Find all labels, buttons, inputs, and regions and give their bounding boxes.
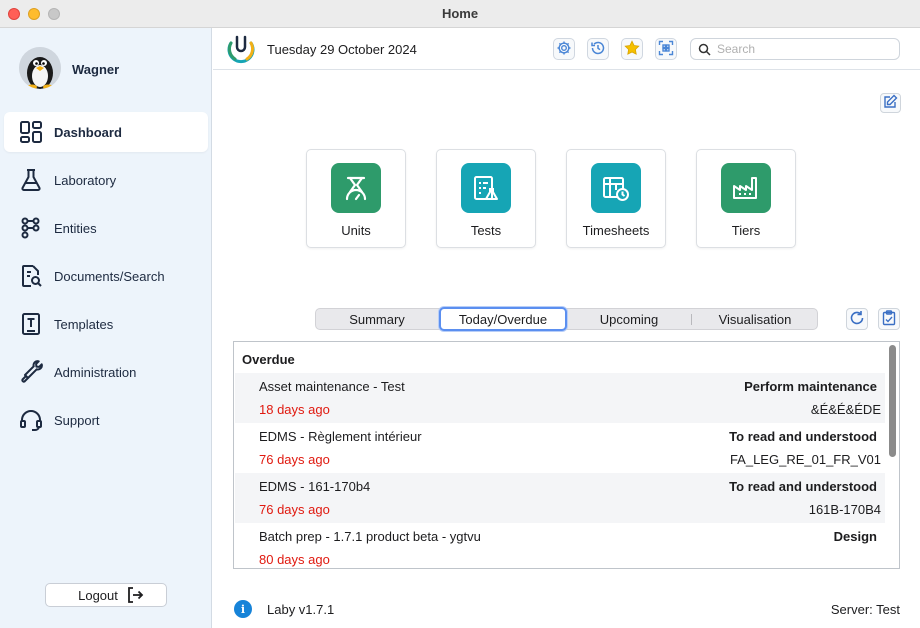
sidebar-item-label: Laboratory bbox=[54, 172, 117, 188]
sidebar-item-templates[interactable]: Templates bbox=[4, 304, 208, 344]
sidebar-item-entities[interactable]: Entities bbox=[4, 208, 208, 248]
current-date: Tuesday 29 October 2024 bbox=[267, 42, 417, 57]
task-reference: 161B-170B4 bbox=[808, 502, 881, 517]
title-bar: Home bbox=[0, 0, 920, 28]
dashboard-icon bbox=[16, 117, 46, 147]
task-title: Batch prep - 1.7.1 product beta - ygtvu bbox=[259, 529, 481, 544]
avatar[interactable] bbox=[19, 47, 61, 89]
task-title: Asset maintenance - Test bbox=[259, 379, 405, 394]
tab-today-overdue[interactable]: Today/Overdue bbox=[439, 307, 567, 331]
view-tabs: Summary Today/Overdue Upcoming Visualisa… bbox=[315, 307, 818, 331]
penguin-avatar-icon bbox=[19, 47, 61, 89]
sidebar-item-label: Documents/Search bbox=[54, 268, 165, 284]
timesheet-icon bbox=[591, 163, 641, 213]
tile-label: Units bbox=[341, 223, 371, 238]
sidebar-item-label: Entities bbox=[54, 220, 97, 236]
server-label: Server: Test bbox=[830, 602, 900, 617]
document-search-icon bbox=[16, 261, 46, 291]
list-item[interactable]: Batch prep - 1.7.1 product beta - ygtvu … bbox=[235, 523, 885, 568]
flask-icon bbox=[16, 165, 46, 195]
export-button[interactable] bbox=[878, 308, 900, 330]
sidebar-item-laboratory[interactable]: Laboratory bbox=[4, 160, 208, 200]
scale-icon bbox=[331, 163, 381, 213]
entities-icon bbox=[16, 213, 46, 243]
task-due: 76 days ago bbox=[259, 502, 330, 517]
tab-upcoming[interactable]: Upcoming bbox=[568, 309, 690, 329]
task-action: To read and understood bbox=[729, 479, 877, 494]
star-icon bbox=[624, 39, 640, 59]
tile-label: Tiers bbox=[731, 223, 761, 238]
task-list: Overdue Asset maintenance - Test 18 days… bbox=[233, 341, 900, 569]
scan-button[interactable] bbox=[655, 38, 677, 60]
sidebar-item-label: Support bbox=[54, 412, 100, 428]
sidebar-item-administration[interactable]: Administration bbox=[4, 352, 208, 392]
tile-timesheets[interactable]: Timesheets bbox=[566, 149, 666, 248]
info-button[interactable]: i bbox=[234, 600, 252, 618]
task-due: 80 days ago bbox=[259, 552, 330, 567]
tile-label: Tests bbox=[470, 223, 502, 238]
list-scrollbar[interactable] bbox=[889, 345, 896, 457]
gear-icon bbox=[556, 40, 572, 59]
favorites-button[interactable] bbox=[621, 38, 643, 60]
logout-icon bbox=[126, 586, 144, 607]
tab-summary[interactable]: Summary bbox=[316, 309, 438, 329]
task-due: 18 days ago bbox=[259, 402, 330, 417]
factory-icon bbox=[721, 163, 771, 213]
user-name: Wagner bbox=[72, 62, 120, 77]
sidebar-item-dashboard[interactable]: Dashboard bbox=[4, 112, 208, 152]
task-action: To read and understood bbox=[729, 429, 877, 444]
refresh-button[interactable] bbox=[846, 308, 868, 330]
task-title: EDMS - 161-170b4 bbox=[259, 479, 371, 494]
test-clipboard-icon bbox=[461, 163, 511, 213]
task-reference: FA_LEG_RE_01_FR_V01 bbox=[729, 452, 881, 467]
task-action: Perform maintenance bbox=[744, 379, 877, 394]
history-button[interactable] bbox=[587, 38, 609, 60]
tile-tests[interactable]: Tests bbox=[436, 149, 536, 248]
history-icon bbox=[590, 40, 606, 59]
search-box[interactable] bbox=[690, 38, 900, 60]
logout-label: Logout bbox=[78, 587, 118, 603]
app-logo-icon bbox=[225, 33, 257, 68]
refresh-icon bbox=[849, 310, 865, 329]
task-title: EDMS - Règlement intérieur bbox=[259, 429, 422, 444]
edit-icon bbox=[883, 94, 898, 112]
sidebar: Wagner Dashboard Laboratory Entities Doc… bbox=[0, 28, 212, 628]
tile-label: Timesheets bbox=[582, 223, 650, 238]
list-item[interactable]: EDMS - Règlement intérieur 76 days ago T… bbox=[235, 423, 885, 473]
edit-dashboard-button[interactable] bbox=[880, 93, 901, 113]
sidebar-item-label: Dashboard bbox=[54, 124, 122, 140]
logout-button[interactable]: Logout bbox=[45, 583, 167, 607]
search-icon bbox=[698, 43, 711, 56]
list-item[interactable]: Asset maintenance - Test 18 days ago Per… bbox=[235, 373, 885, 423]
tile-units[interactable]: Units bbox=[306, 149, 406, 248]
qr-scan-icon bbox=[658, 40, 674, 59]
clipboard-check-icon bbox=[881, 309, 897, 329]
search-input[interactable] bbox=[717, 42, 887, 56]
sidebar-item-label: Templates bbox=[54, 316, 114, 332]
section-header-overdue: Overdue bbox=[242, 352, 295, 367]
task-due: 76 days ago bbox=[259, 452, 330, 467]
task-reference: &É&É&ÉDE bbox=[810, 402, 881, 417]
tile-tiers[interactable]: Tiers bbox=[696, 149, 796, 248]
sidebar-item-documents-search[interactable]: Documents/Search bbox=[4, 256, 208, 296]
app-version: Laby v1.7.1 bbox=[267, 602, 335, 617]
list-item[interactable]: EDMS - 161-170b4 76 days ago To read and… bbox=[235, 473, 885, 523]
sidebar-item-support[interactable]: Support bbox=[4, 400, 208, 440]
task-action: Design bbox=[833, 529, 877, 544]
template-icon bbox=[16, 309, 46, 339]
sidebar-item-label: Administration bbox=[54, 364, 137, 380]
headset-icon bbox=[16, 405, 46, 435]
wrench-icon bbox=[16, 357, 46, 387]
settings-button[interactable] bbox=[553, 38, 575, 60]
header-bar: Tuesday 29 October 2024 bbox=[213, 28, 920, 70]
window-title: Home bbox=[441, 6, 479, 21]
tab-visualisation[interactable]: Visualisation bbox=[692, 309, 818, 329]
info-icon: i bbox=[240, 602, 246, 616]
